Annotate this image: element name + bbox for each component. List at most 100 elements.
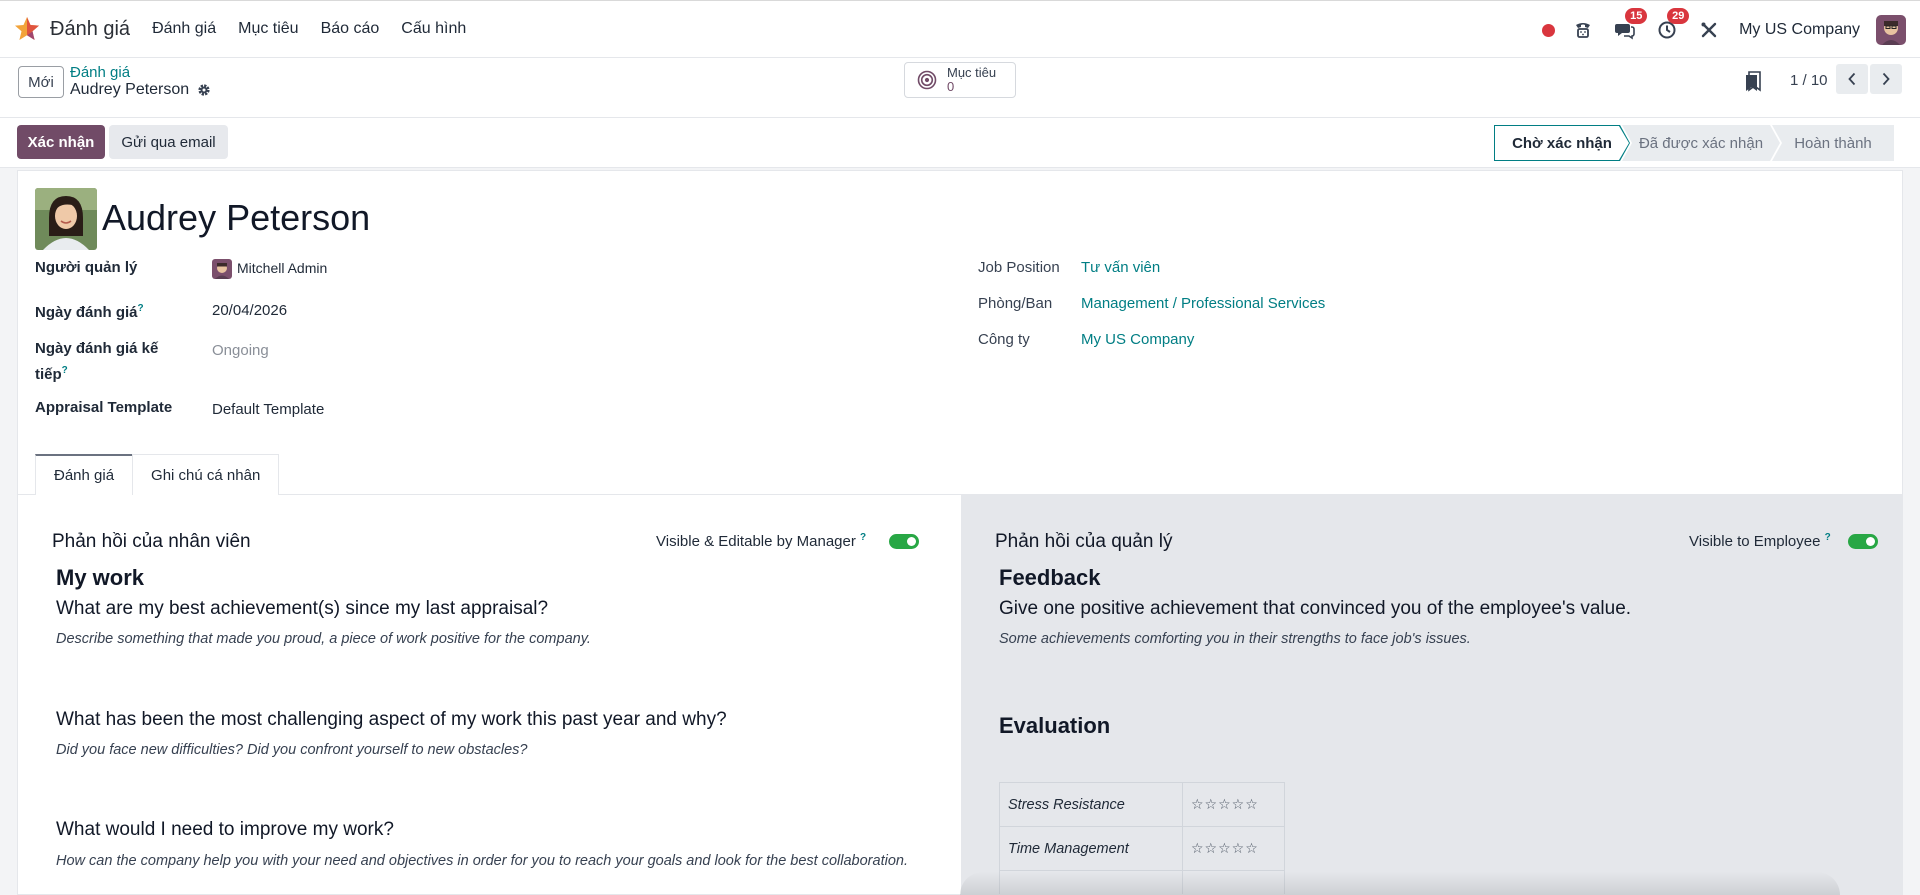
employee-visibility-toggle[interactable] <box>889 534 919 549</box>
breadcrumb-current: Audrey Peterson <box>70 81 211 99</box>
hint-best-achievements[interactable]: Describe something that made you proud, … <box>56 629 916 650</box>
recording-dot-icon[interactable] <box>1542 23 1556 37</box>
department-link[interactable]: Management / Professional Services <box>1081 295 1325 312</box>
notebook-tabs: Đánh giá Ghi chú cá nhân <box>35 454 280 495</box>
confirm-button[interactable]: Xác nhận <box>17 125 105 159</box>
next-date-label-line2: tiếp <box>35 366 62 383</box>
pager-next-button[interactable] <box>1870 64 1902 94</box>
bookmark-icon[interactable] <box>1744 70 1762 92</box>
manager-feedback-title: Phản hồi của quản lý <box>995 531 1173 552</box>
app-star-icon <box>15 17 39 40</box>
employee-photo[interactable] <box>35 188 97 250</box>
evaluation-row: Stress Resistance ☆☆☆☆☆ <box>999 782 1285 827</box>
feedback-heading: Feedback <box>999 565 1101 590</box>
help-icon[interactable]: ? <box>62 365 68 376</box>
manager-label: Người quản lý <box>35 259 138 276</box>
manager-feedback-pane: Phản hồi của quản lý Visible to Employee… <box>961 495 1902 894</box>
my-work-heading: My work <box>56 565 145 590</box>
question-best-achievements[interactable]: What are my best achievement(s) since my… <box>56 598 548 620</box>
phone-icon[interactable] <box>1571 18 1595 42</box>
manager-value: Mitchell Admin <box>237 259 328 276</box>
stage-confirmed[interactable]: Đã được xác nhận <box>1622 125 1780 161</box>
appraisal-date-label-text: Ngày đánh giá <box>35 304 138 321</box>
employee-feedback-pane: Phản hồi của nhân viên Visible & Editabl… <box>18 495 961 894</box>
question-challenging-aspect[interactable]: What has been the most challenging aspec… <box>56 709 727 731</box>
hint-improve-work[interactable]: How can the company help you with your n… <box>56 851 916 872</box>
help-icon[interactable]: ? <box>860 532 866 543</box>
appraisal-template-label: Appraisal Template <box>35 399 173 416</box>
record-title: Audrey Peterson <box>70 81 190 98</box>
goals-smart-button[interactable]: Mục tiêu 0 <box>904 62 1016 98</box>
debug-tools-icon[interactable] <box>1697 18 1721 42</box>
stage-done[interactable]: Hoàn thành <box>1772 125 1894 161</box>
next-appraisal-date-field[interactable]: Ongoing <box>212 342 269 359</box>
help-icon[interactable]: ? <box>1825 532 1831 543</box>
chevron-left-icon <box>1848 72 1856 86</box>
appraisal-date-field[interactable]: 20/04/2026 <box>212 302 287 319</box>
gear-icon[interactable] <box>197 83 211 97</box>
activities-badge: 29 <box>1667 8 1690 24</box>
star-rating[interactable]: ☆☆☆☆☆ <box>1182 782 1285 827</box>
form-sheet: Audrey Peterson Người quản lý Mitchell A… <box>17 170 1903 895</box>
stage-pending[interactable]: Chờ xác nhận <box>1494 125 1630 161</box>
question-positive-achievement[interactable]: Give one positive achievement that convi… <box>999 598 1631 620</box>
control-panel: Mới Đánh giá Audrey Peterson Mục tiêu 0 … <box>0 58 1920 118</box>
manager-visibility-text: Visible to Employee <box>1689 533 1821 550</box>
target-icon <box>917 70 937 90</box>
employee-visibility-label: Visible & Editable by Manager ? <box>656 532 866 550</box>
goals-label: Mục tiêu <box>947 65 997 80</box>
employee-feedback-title: Phản hồi của nhân viên <box>52 531 251 552</box>
menu-item-goals[interactable]: Mục tiêu <box>238 20 298 38</box>
hint-positive-achievement[interactable]: Some achievements comforting you in thei… <box>999 629 1859 650</box>
evaluation-heading: Evaluation <box>999 713 1111 738</box>
next-appraisal-date-label: Ngày đánh giá kế tiếp? <box>35 338 158 386</box>
tab-appraisal[interactable]: Đánh giá <box>35 454 134 495</box>
chevron-right-icon <box>1882 72 1890 86</box>
employee-visibility-text: Visible & Editable by Manager <box>656 533 856 550</box>
menu-item-appraisals[interactable]: Đánh giá <box>152 20 216 38</box>
goals-count: 0 <box>947 79 955 94</box>
employee-name[interactable]: Audrey Peterson <box>102 197 370 239</box>
help-icon[interactable]: ? <box>138 303 144 314</box>
app-name: Đánh giá <box>50 17 131 40</box>
messages-badge: 15 <box>1625 8 1648 24</box>
user-avatar[interactable] <box>1876 15 1906 45</box>
appraisal-date-label: Ngày đánh giá? <box>35 298 144 324</box>
activities-clock-icon[interactable]: 29 <box>1655 8 1690 42</box>
status-bar: Xác nhận Gửi qua email Chờ xác nhận Đã đ… <box>0 118 1920 168</box>
goals-text: Mục tiêu 0 <box>947 66 996 94</box>
window-shadow <box>960 872 1840 895</box>
pager-value[interactable]: 1 / 10 <box>1790 72 1828 89</box>
criterion-name[interactable]: Time Management <box>999 826 1183 871</box>
menu-item-configuration[interactable]: Cấu hình <box>401 20 466 38</box>
pager-previous-button[interactable] <box>1836 64 1868 94</box>
manager-avatar <box>212 259 232 279</box>
hint-challenging-aspect[interactable]: Did you face new difficulties? Did you c… <box>56 740 916 761</box>
company-link[interactable]: My US Company <box>1081 331 1194 348</box>
next-date-label-line1: Ngày đánh giá kế <box>35 340 159 357</box>
messages-icon[interactable]: 15 <box>1613 8 1648 42</box>
stage-pipeline: Chờ xác nhận Đã được xác nhận Hoàn thành <box>1494 125 1894 161</box>
menu-item-reporting[interactable]: Báo cáo <box>321 20 380 38</box>
breadcrumb-appraisals[interactable]: Đánh giá <box>70 64 130 81</box>
manager-field[interactable]: Mitchell Admin <box>212 259 327 279</box>
evaluation-row: Time Management ☆☆☆☆☆ <box>999 826 1285 871</box>
department-label: Phòng/Ban <box>978 295 1053 312</box>
main-menu: Đánh giá Mục tiêu Báo cáo Cấu hình <box>152 20 488 38</box>
job-position-label: Job Position <box>978 259 1060 276</box>
job-position-link[interactable]: Tư vấn viên <box>1081 259 1160 276</box>
star-rating[interactable]: ☆☆☆☆☆ <box>1182 826 1285 871</box>
tab-private-note[interactable]: Ghi chú cá nhân <box>132 454 280 495</box>
manager-visibility-label: Visible to Employee ? <box>1689 532 1831 550</box>
company-label: Công ty <box>978 331 1030 348</box>
systray: 15 29 My US Company <box>1542 1 1906 59</box>
appraisal-template-field[interactable]: Default Template <box>212 401 324 418</box>
criterion-name[interactable]: Stress Resistance <box>999 782 1183 827</box>
manager-visibility-toggle[interactable] <box>1848 534 1878 549</box>
top-navbar: Đánh giá Đánh giá Mục tiêu Báo cáo Cấu h… <box>0 0 1920 58</box>
company-switcher[interactable]: My US Company <box>1739 21 1860 39</box>
new-button[interactable]: Mới <box>18 66 64 98</box>
app-brand[interactable]: Đánh giá <box>14 16 130 42</box>
question-improve-work[interactable]: What would I need to improve my work? <box>56 819 394 841</box>
send-email-button[interactable]: Gửi qua email <box>109 125 228 159</box>
